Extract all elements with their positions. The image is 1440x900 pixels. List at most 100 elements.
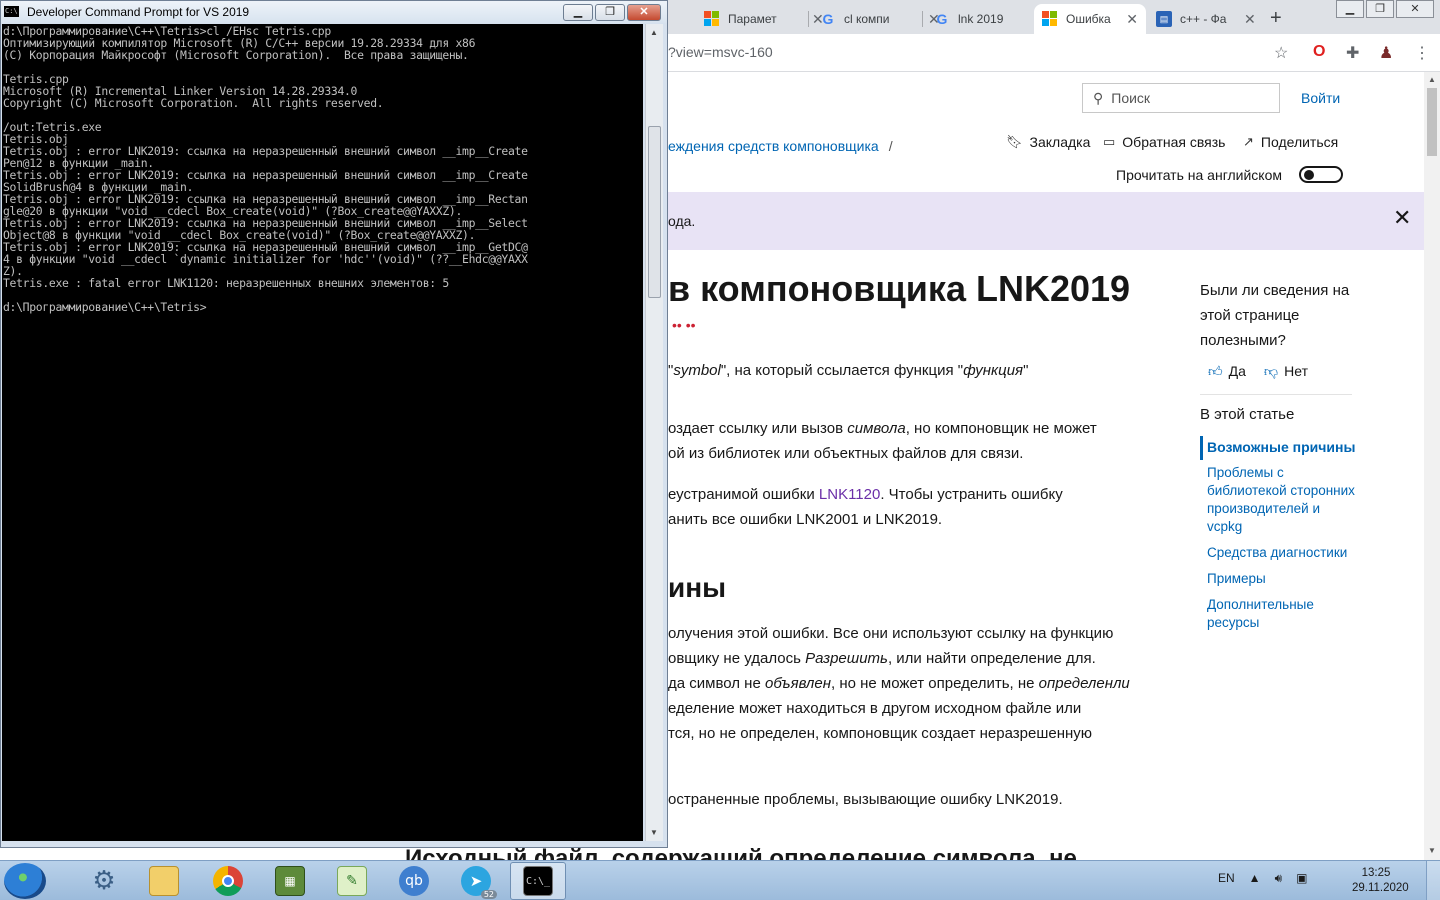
toc-item-examples[interactable]: Примеры (1207, 570, 1357, 588)
gear-icon: ⚙ (92, 866, 116, 896)
search-placeholder: Поиск (1111, 90, 1151, 106)
system-tray: EN ▲ 🔊︎ ▣ (1218, 871, 1307, 886)
scrollbar-thumb[interactable] (648, 126, 661, 298)
banner-text: ода. (668, 213, 696, 229)
tab-title: cl компи (844, 12, 890, 26)
text: ", на который ссылается функция " (720, 362, 964, 379)
maximize-button[interactable]: ❐ (1366, 0, 1394, 18)
bookmark-icon: 🔖︎ (1006, 134, 1023, 149)
minimize-button[interactable]: ▁ (1336, 0, 1364, 18)
taskbar-settings[interactable]: ⚙ (76, 862, 132, 900)
lnk1120-link[interactable]: LNK1120 (819, 486, 880, 503)
feedback-button[interactable]: ▭ Обратная связь (1103, 134, 1225, 150)
yes-button[interactable]: 👍︎ Да (1208, 363, 1246, 380)
taskbar-chrome[interactable] (200, 862, 256, 900)
paragraph-4-line-4: еделение может находиться в другом исход… (668, 700, 1082, 717)
show-desktop-button[interactable] (1426, 861, 1440, 900)
console-line: d:\Программирование\C++\Tetris> (3, 300, 207, 314)
console-titlebar[interactable]: C:\ Developer Command Prompt for VS 2019… (1, 1, 667, 23)
paragraph-5: остраненные проблемы, вызывающие ошибку … (668, 791, 1063, 808)
taskbar-notepad-plus-plus[interactable]: ✎ (324, 862, 380, 900)
text: оздает ссылку или вызов (668, 420, 848, 437)
tray-arrow-icon[interactable]: ▲ (1249, 871, 1261, 886)
paragraph-4-line-1: олучения этой ошибки. Все они используют… (668, 625, 1114, 642)
console-app-icon: C:\ (4, 6, 19, 17)
paragraph-2-line-1: оздает ссылку или вызов символа, но комп… (668, 420, 1097, 437)
google-icon: G (822, 11, 834, 27)
console-line: Copyright (C) Microsoft Corporation. All… (3, 96, 384, 110)
console-minimize-button[interactable]: ▁ (563, 4, 593, 21)
new-tab-plus-icon[interactable]: + (1270, 7, 1282, 30)
taskbar-task-manager[interactable]: ▦ (262, 862, 318, 900)
paragraph-4-line-3: да символ не объявлен, но не может опред… (668, 675, 1130, 692)
menu-dots-icon[interactable]: ⋮ (1414, 43, 1430, 63)
taskbar: ⚙ ▦ ✎ qb ➤ 52 C:\_ EN ▲ 🔊︎ ▣ 13:25 29.11.… (0, 860, 1440, 900)
google-icon: G (936, 11, 948, 27)
console-icon: C:\_ (523, 866, 553, 896)
search-input[interactable]: ⚲ Поиск (1082, 83, 1280, 113)
taskbar-command-prompt[interactable]: C:\_ (510, 862, 566, 900)
paragraph-1: " symbol", на который ссылается функция "… (668, 362, 1028, 379)
paragraph-2-line-2: ой из библиотек или объектных файлов для… (668, 445, 1024, 462)
tab-stackoverflow[interactable]: ▤ c++ - Фа ✕ (1148, 4, 1264, 34)
toc-title: В этой статье (1200, 406, 1295, 423)
no-button[interactable]: 👎︎ Нет (1264, 363, 1308, 380)
console-close-button[interactable]: ✕ (627, 4, 661, 21)
close-window-button[interactable]: ✕ (1396, 0, 1434, 18)
language-indicator[interactable]: EN (1218, 871, 1235, 886)
text: символа (847, 420, 906, 437)
toc-item-third-party[interactable]: Проблемы с библиотекой сторонних произво… (1207, 464, 1357, 536)
toc-item-diagnostics[interactable]: Средства диагностики (1207, 544, 1357, 562)
text: определенли (1038, 675, 1130, 692)
toc-item-resources[interactable]: Дополнительные ресурсы (1207, 596, 1357, 632)
signin-link[interactable]: Войти (1301, 90, 1340, 106)
feedback-buttons: 👍︎ Да 👎︎ Нет (1208, 363, 1308, 380)
share-label: Поделиться (1260, 134, 1339, 150)
breadcrumb-separator: / (888, 138, 893, 154)
tab-title: Парамет (728, 12, 777, 26)
text: symbol (673, 362, 721, 379)
share-button[interactable]: ↗ Поделиться (1243, 134, 1338, 150)
divider (1200, 394, 1352, 395)
paragraph-3-line-2: анить все ошибки LNK2001 и LNK2019. (668, 511, 943, 528)
star-bookmark-icon[interactable]: ☆ (1274, 43, 1288, 63)
url-text[interactable]: ?view=msvc-160 (668, 44, 773, 60)
scrollbar-thumb[interactable] (1427, 88, 1437, 156)
console-window[interactable]: C:\ Developer Command Prompt for VS 2019… (0, 0, 668, 848)
breadcrumb-link[interactable]: еждения средств компоновщика (668, 138, 879, 154)
page-scrollbar[interactable]: ▲ ▼ (1424, 72, 1440, 860)
console-scrollbar[interactable]: ▲ ▼ (645, 24, 663, 841)
extensions-puzzle-icon[interactable]: ✚ (1346, 43, 1359, 63)
console-line: /out:Tetris.exe (3, 120, 102, 134)
taskbar-telegram[interactable]: ➤ 52 (448, 862, 504, 900)
clock[interactable]: 13:25 29.11.2020 (1352, 866, 1409, 896)
yes-label: Да (1228, 363, 1246, 379)
paragraph-4-line-5: тся, но не определен, компоновщик создае… (668, 725, 1093, 742)
close-icon[interactable]: ✕ (1126, 11, 1138, 28)
tab-error-active[interactable]: Ошибка ✕ (1034, 4, 1146, 34)
toc-item-causes[interactable]: Возможные причины (1207, 438, 1357, 456)
microsoft-icon (1042, 11, 1058, 27)
console-output[interactable]: d:\Программирование\C++\Tetris>cl /EHsc … (2, 24, 643, 841)
network-icon[interactable]: ▣ (1296, 871, 1307, 886)
no-label: Нет (1284, 363, 1308, 379)
read-english-toggle[interactable] (1299, 166, 1343, 183)
opera-vpn-icon[interactable]: O (1313, 43, 1325, 61)
profile-avatar-icon[interactable]: ♟ (1379, 43, 1393, 63)
read-english-label: Прочитать на английском (1116, 167, 1282, 183)
taskbar-explorer[interactable] (136, 862, 192, 900)
text: да символ не (668, 675, 765, 692)
tab-title: c++ - Фа (1180, 12, 1227, 26)
search-icon: ⚲ (1093, 89, 1104, 106)
start-button[interactable] (4, 863, 46, 899)
console-maximize-button[interactable]: ❐ (595, 4, 625, 21)
contributors-avatars[interactable]: •• •• (672, 317, 696, 333)
close-icon[interactable]: ✕ (1244, 11, 1256, 28)
taskbar-qbittorrent[interactable]: qb (386, 862, 442, 900)
feedback-icon: ▭ (1103, 134, 1116, 149)
bookmark-button[interactable]: 🔖︎ Закладка (1006, 134, 1090, 150)
text: . Чтобы устранить ошибку (880, 486, 1063, 503)
volume-icon[interactable]: 🔊︎ (1275, 871, 1283, 886)
close-icon[interactable]: ✕ (1393, 205, 1411, 231)
console-title: Developer Command Prompt for VS 2019 (27, 5, 250, 19)
